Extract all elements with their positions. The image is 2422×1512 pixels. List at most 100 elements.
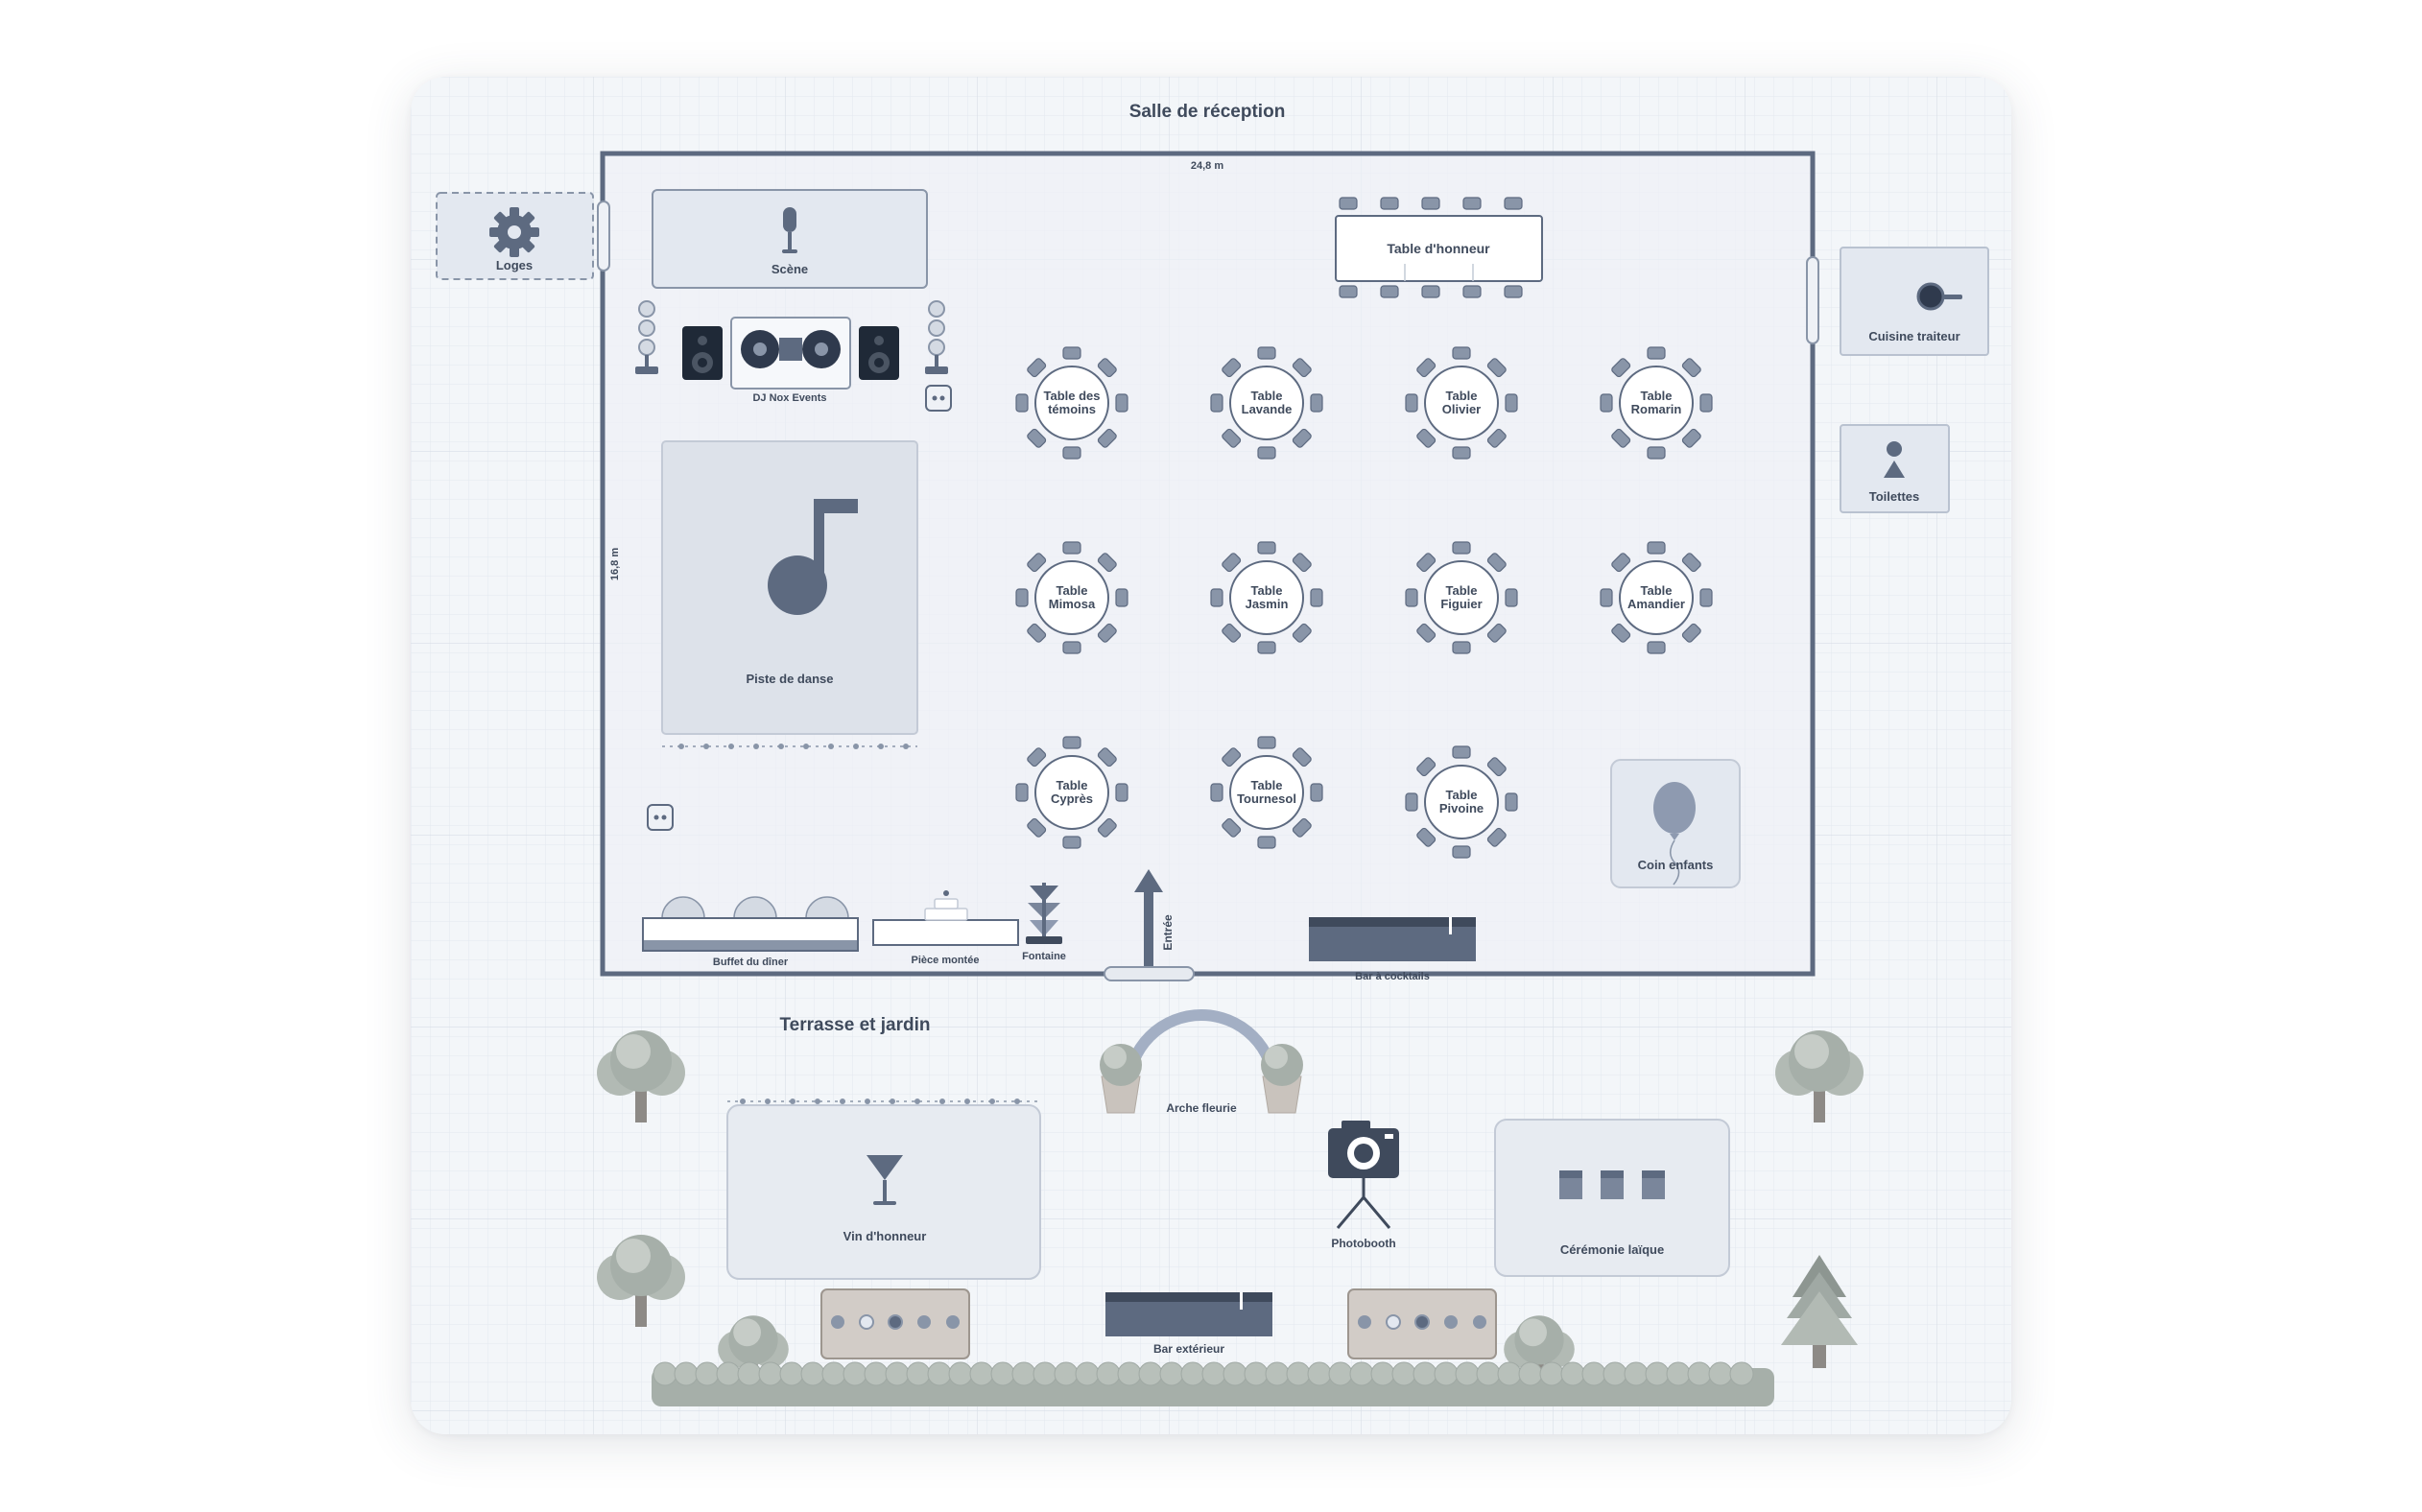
hedge-bump <box>1391 1361 1416 1386</box>
cocktail-bar-label: Bar à cocktails <box>1355 971 1430 982</box>
loges-zone[interactable]: Loges <box>436 192 594 280</box>
table-name-line2: Figuier <box>1440 597 1482 611</box>
chair-icon <box>1062 446 1081 460</box>
chair-icon <box>1647 641 1666 654</box>
hedge-bump <box>1180 1361 1205 1386</box>
restrooms[interactable]: Toilettes <box>1840 424 1950 513</box>
table-name-line1: Table <box>1446 788 1478 802</box>
hall-height-label: 16,8 m <box>609 548 621 580</box>
table-name-line2: Tournesol <box>1237 791 1296 806</box>
hedge-bump <box>800 1361 825 1386</box>
loges-label: Loges <box>496 258 533 272</box>
chair-icon <box>1062 346 1081 360</box>
chair-icon <box>1115 588 1128 607</box>
hedge-bump <box>1075 1361 1100 1386</box>
light-box-left <box>820 1288 970 1359</box>
hedge-bump <box>1370 1361 1395 1386</box>
table-name-line2: Romarin <box>1631 402 1682 416</box>
chair-icon <box>1699 588 1713 607</box>
chair-icon <box>1210 783 1223 802</box>
hedge-bump <box>1560 1361 1585 1386</box>
hedge-bump <box>1265 1361 1290 1386</box>
light-bulb <box>740 1099 746 1104</box>
table-name-line1: Table <box>1057 583 1088 598</box>
side-door-right[interactable] <box>1806 256 1819 344</box>
entrance-label: Entrée <box>1161 914 1175 951</box>
side-door-left[interactable] <box>597 201 610 272</box>
floor-plan: Salle de réception 24,8 m 16,8 m Loges S… <box>411 77 2011 1434</box>
hedge-bump <box>674 1361 699 1386</box>
hedge-bump <box>1434 1361 1459 1386</box>
hedge-bump <box>1117 1361 1142 1386</box>
chair-icon <box>1062 641 1081 654</box>
hedge-bump <box>821 1361 846 1386</box>
chair-icon <box>1062 736 1081 749</box>
chair-icon <box>1600 393 1613 413</box>
light-bulb <box>939 1099 945 1104</box>
gear-icon <box>489 207 539 257</box>
hedge-bump <box>1581 1361 1606 1386</box>
chair-icon <box>1115 783 1128 802</box>
chair-icon <box>1699 393 1713 413</box>
hedge-bump <box>1687 1361 1712 1386</box>
hedge-bump <box>1223 1361 1247 1386</box>
catering-kitchen[interactable]: Cuisine traiteur <box>1840 247 1989 356</box>
ceremony-label: Cérémonie laïque <box>1560 1242 1664 1257</box>
hedge-bump <box>1729 1361 1754 1386</box>
table-name-line1: Table <box>1446 389 1478 403</box>
power-outlet-icon <box>647 804 674 831</box>
dance-floor-label: Piste de danse <box>746 672 833 686</box>
hedge-bump <box>653 1361 677 1386</box>
hedge-bump <box>737 1361 762 1386</box>
stage-zone[interactable]: Scène <box>652 189 928 289</box>
chair-icon <box>1647 346 1666 360</box>
hedge-bump <box>1054 1361 1079 1386</box>
table-name-line2: Pivoine <box>1439 801 1484 815</box>
hedge-bump <box>1349 1361 1374 1386</box>
chair-icon <box>1647 446 1666 460</box>
hedge-bump <box>906 1361 931 1386</box>
garden-title: Terrasse et jardin <box>779 1015 930 1035</box>
hedge-bump <box>885 1361 910 1386</box>
chair-row-icon <box>1559 1170 1665 1199</box>
table-name-line2: Olivier <box>1442 402 1481 416</box>
table-name-line2: Jasmin <box>1246 597 1289 611</box>
chair-icon <box>1310 393 1323 413</box>
chair-icon <box>1600 588 1613 607</box>
chair-icon <box>1257 641 1276 654</box>
power-outlet-icon <box>925 385 952 412</box>
secular-ceremony[interactable]: Cérémonie laïque <box>1494 1119 1730 1277</box>
hedge-bump <box>969 1361 994 1386</box>
hedge-bump <box>1666 1361 1691 1386</box>
floor-plan-card: Salle de réception 24,8 m 16,8 m Loges S… <box>411 77 2011 1434</box>
chair-icon <box>1257 541 1276 555</box>
kids-corner[interactable]: Coin enfants <box>1610 759 1741 888</box>
light-bulb <box>1014 1099 1020 1104</box>
hedge-bump <box>695 1361 720 1386</box>
honor-table-label: Table d'honneur <box>1387 241 1490 256</box>
table-name-line1: Table <box>1251 583 1283 598</box>
light-bulb <box>989 1099 995 1104</box>
hedge-bump <box>1624 1361 1649 1386</box>
light-bulb <box>914 1099 920 1104</box>
garden-hedge <box>652 1361 1774 1406</box>
light-bulb <box>790 1099 795 1104</box>
hedge-bump <box>1413 1361 1437 1386</box>
table-name-line1: Table <box>1446 583 1478 598</box>
chair-icon <box>1452 845 1471 859</box>
hedge-bump <box>1244 1361 1269 1386</box>
reception-drinks[interactable]: Vin d'honneur <box>726 1099 1041 1280</box>
hedge-bump <box>1201 1361 1226 1386</box>
table-name-line2: Cyprès <box>1051 791 1093 806</box>
chair-icon <box>1405 792 1418 812</box>
hedge-bump <box>990 1361 1015 1386</box>
light-bulb <box>765 1099 771 1104</box>
hedge-bump <box>1497 1361 1522 1386</box>
hedge-bump <box>758 1361 783 1386</box>
table-name-line1: Table <box>1057 778 1088 792</box>
chair-icon <box>1452 745 1471 759</box>
dance-floor[interactable]: Piste de danse <box>661 440 918 749</box>
speaker-right-icon <box>859 326 899 380</box>
hedge-bump <box>1328 1361 1353 1386</box>
hedge-bump <box>1307 1361 1332 1386</box>
